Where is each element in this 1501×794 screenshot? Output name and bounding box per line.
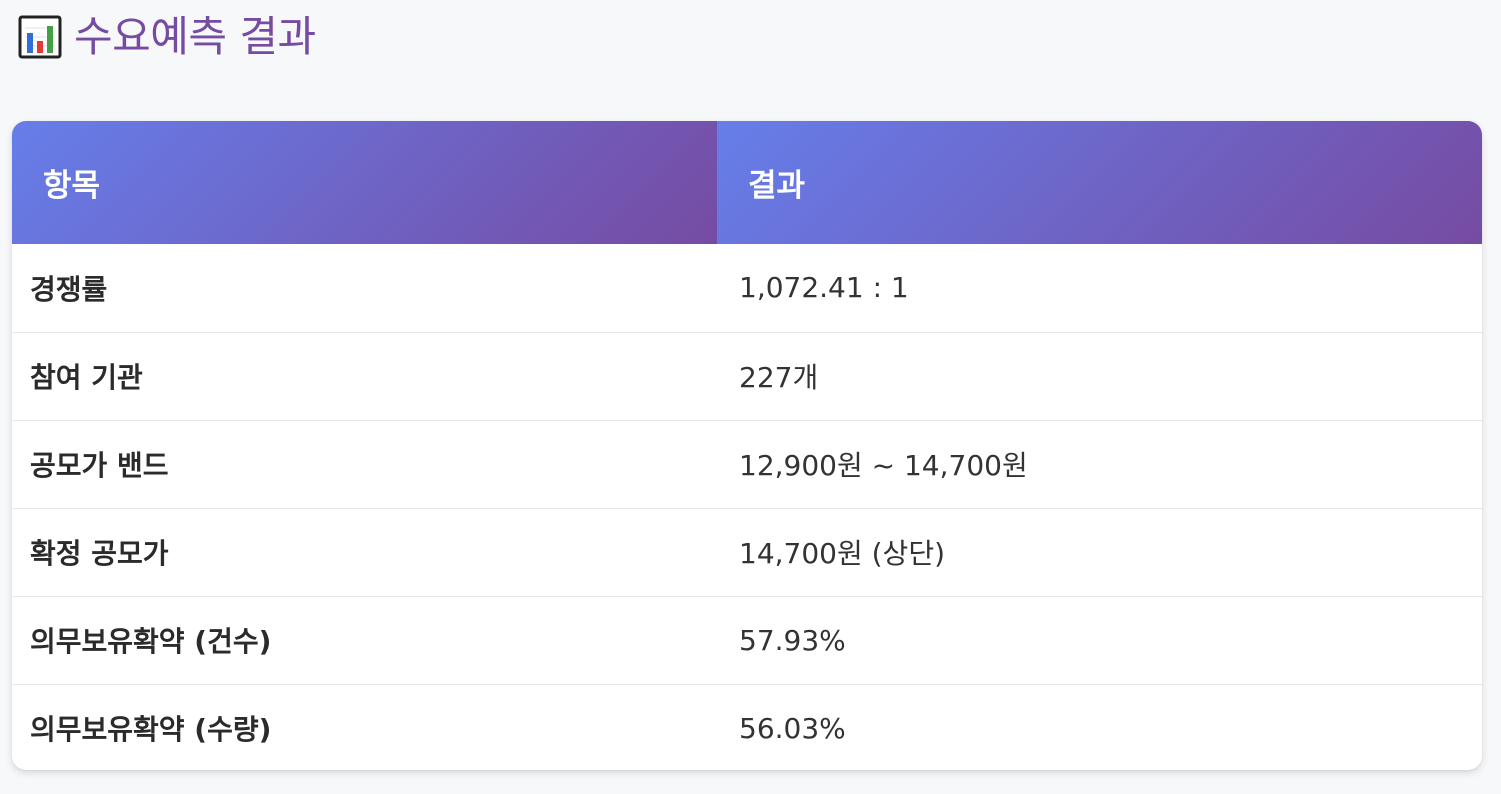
page-title: 수요예측 결과 [74,12,316,61]
row-result-cell: 57.93% [717,595,1482,684]
row-result-cell: 56.03% [717,683,1482,770]
bar-chart-icon [18,15,62,59]
row-result-cell: 1,072.41 : 1 [739,271,909,305]
row-result-cell: 227개 [717,331,1482,420]
row-item-cell: 의무보유확약 (수량) [12,683,717,770]
row-item-cell: 참여 기관 [12,331,717,420]
table-row: 공모가 밴드 12,900원 ~ 14,700원 [12,419,1482,508]
row-result-cell: 14,700원 (상단) [717,507,1482,596]
results-table-card: 항목 결과 경쟁률 1,072.41 : 1 참여 기관 227개 공모가 밴드… [12,121,1482,770]
results-table: 항목 결과 경쟁률 1,072.41 : 1 참여 기관 227개 공모가 밴드… [12,121,1482,770]
table-row: 참여 기관 227개 [12,331,1482,420]
column-header-item: 항목 [12,121,717,244]
table-row: 의무보유확약 (건수) 57.93% [12,595,1482,684]
column-header-result: 결과 [717,121,1482,244]
row-item-cell: 의무보유확약 (건수) [12,595,717,684]
row-item-cell: 경쟁률 [30,272,108,306]
table-row: 확정 공모가 14,700원 (상단) [12,507,1482,596]
row-item-cell: 공모가 밴드 [12,419,717,508]
row-result-cell: 12,900원 ~ 14,700원 [717,419,1482,508]
table-header-row: 항목 결과 [12,121,1482,244]
table-row: 경쟁률 1,072.41 : 1 [12,244,1482,332]
table-row: 의무보유확약 (수량) 56.03% [12,683,1482,770]
row-item-cell: 확정 공모가 [12,507,717,596]
page-heading: 수요예측 결과 [18,8,316,66]
